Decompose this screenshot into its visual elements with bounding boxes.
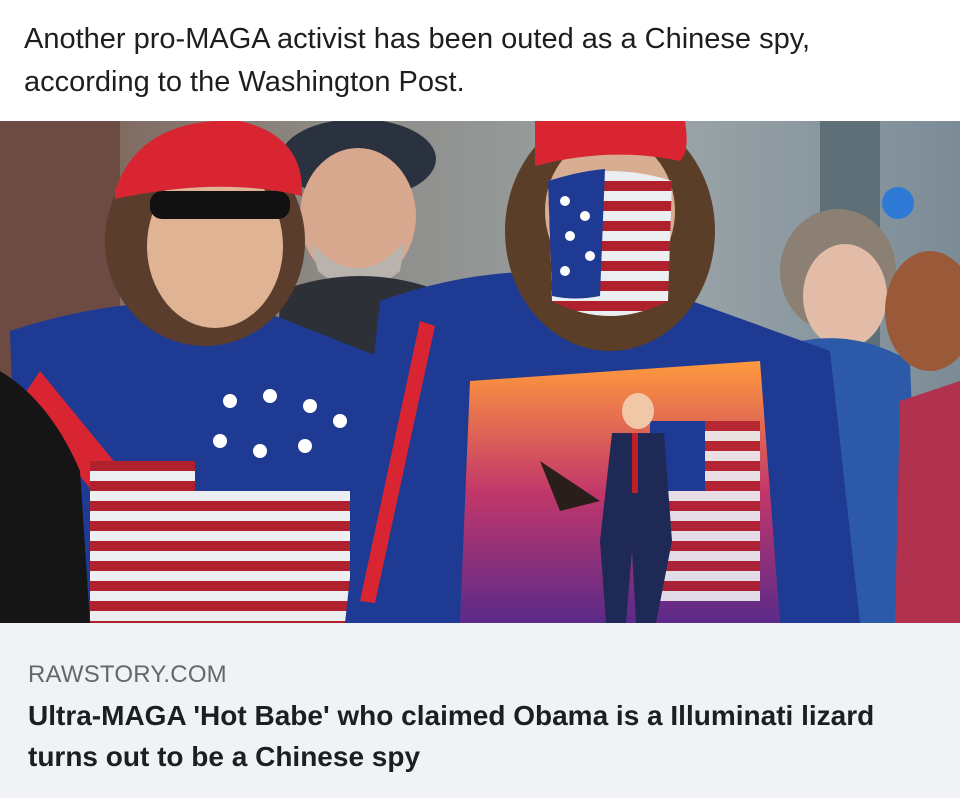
link-headline[interactable]: Ultra-MAGA 'Hot Babe' who claimed Obama … (28, 695, 928, 777)
link-preview-card[interactable]: RAWSTORY.COM Ultra-MAGA 'Hot Babe' who c… (0, 623, 960, 798)
post-text: Another pro-MAGA activist has been outed… (24, 23, 811, 98)
link-domain: RAWSTORY.COM (28, 661, 227, 688)
news-photo[interactable] (0, 121, 960, 623)
photo-illustration (0, 121, 960, 623)
